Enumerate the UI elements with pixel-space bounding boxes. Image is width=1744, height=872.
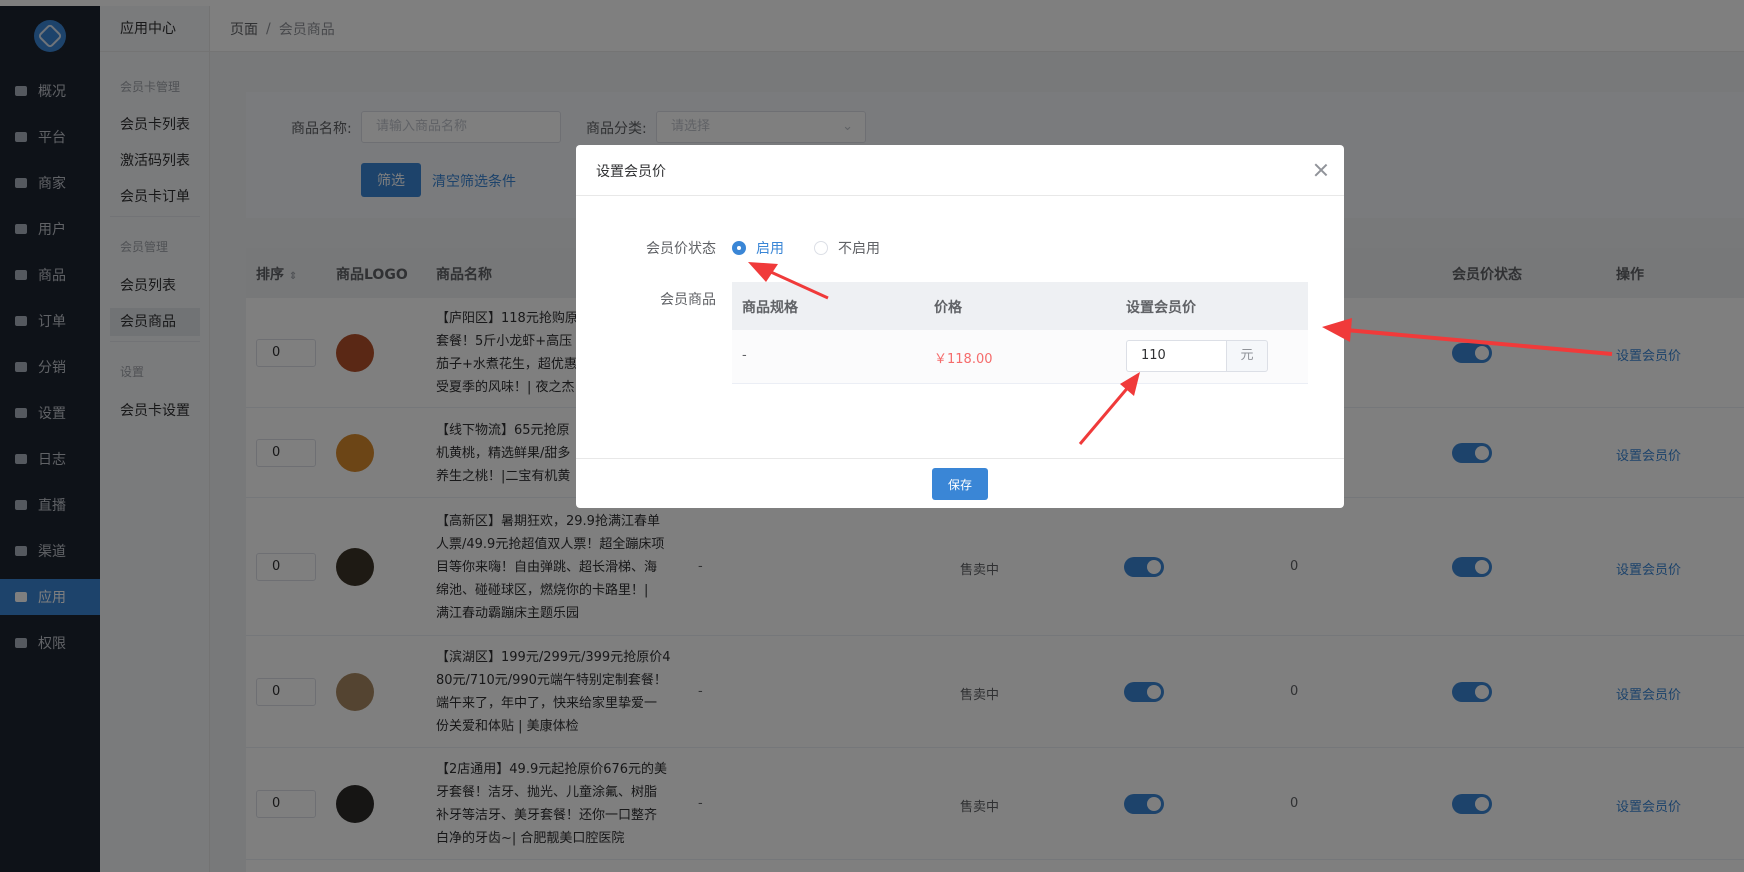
radio-enable-label: 启用 — [756, 241, 784, 257]
col-spec: 商品规格 — [742, 300, 798, 316]
member-price-unit: 元 — [1226, 340, 1268, 372]
radio-disable-label: 不启用 — [838, 241, 880, 257]
save-button[interactable]: 保存 — [932, 468, 988, 500]
dialog-header-divider — [576, 195, 1344, 196]
close-icon[interactable] — [1314, 163, 1328, 177]
member-price-field[interactable]: 110 — [1126, 340, 1226, 372]
dialog-title: 设置会员价 — [596, 164, 666, 180]
price-value: ￥118.00 — [934, 352, 993, 367]
member-price-input[interactable]: 110 元 — [1126, 340, 1268, 372]
spec-value: - — [742, 348, 747, 363]
dialog-footer-divider — [576, 458, 1344, 459]
radio-enable[interactable]: 启用 — [732, 238, 784, 258]
radio-disable[interactable]: 不启用 — [814, 238, 880, 258]
member-goods-table: 商品规格 价格 设置会员价 - ￥118.00 110 元 — [732, 282, 1308, 384]
radio-disable-dot — [814, 241, 828, 255]
col-price: 价格 — [934, 300, 962, 316]
radio-enable-dot — [732, 241, 746, 255]
member-goods-label: 会员商品 — [660, 292, 716, 308]
col-member-price: 设置会员价 — [1126, 300, 1196, 316]
member-status-label: 会员价状态 — [646, 241, 716, 257]
set-member-price-dialog: 设置会员价 会员价状态 启用 不启用 会员商品 商品规格 价格 设置会员价 - … — [576, 145, 1344, 508]
table-row: - ￥118.00 110 元 — [732, 330, 1308, 384]
member-goods-header: 商品规格 价格 设置会员价 — [732, 282, 1308, 330]
